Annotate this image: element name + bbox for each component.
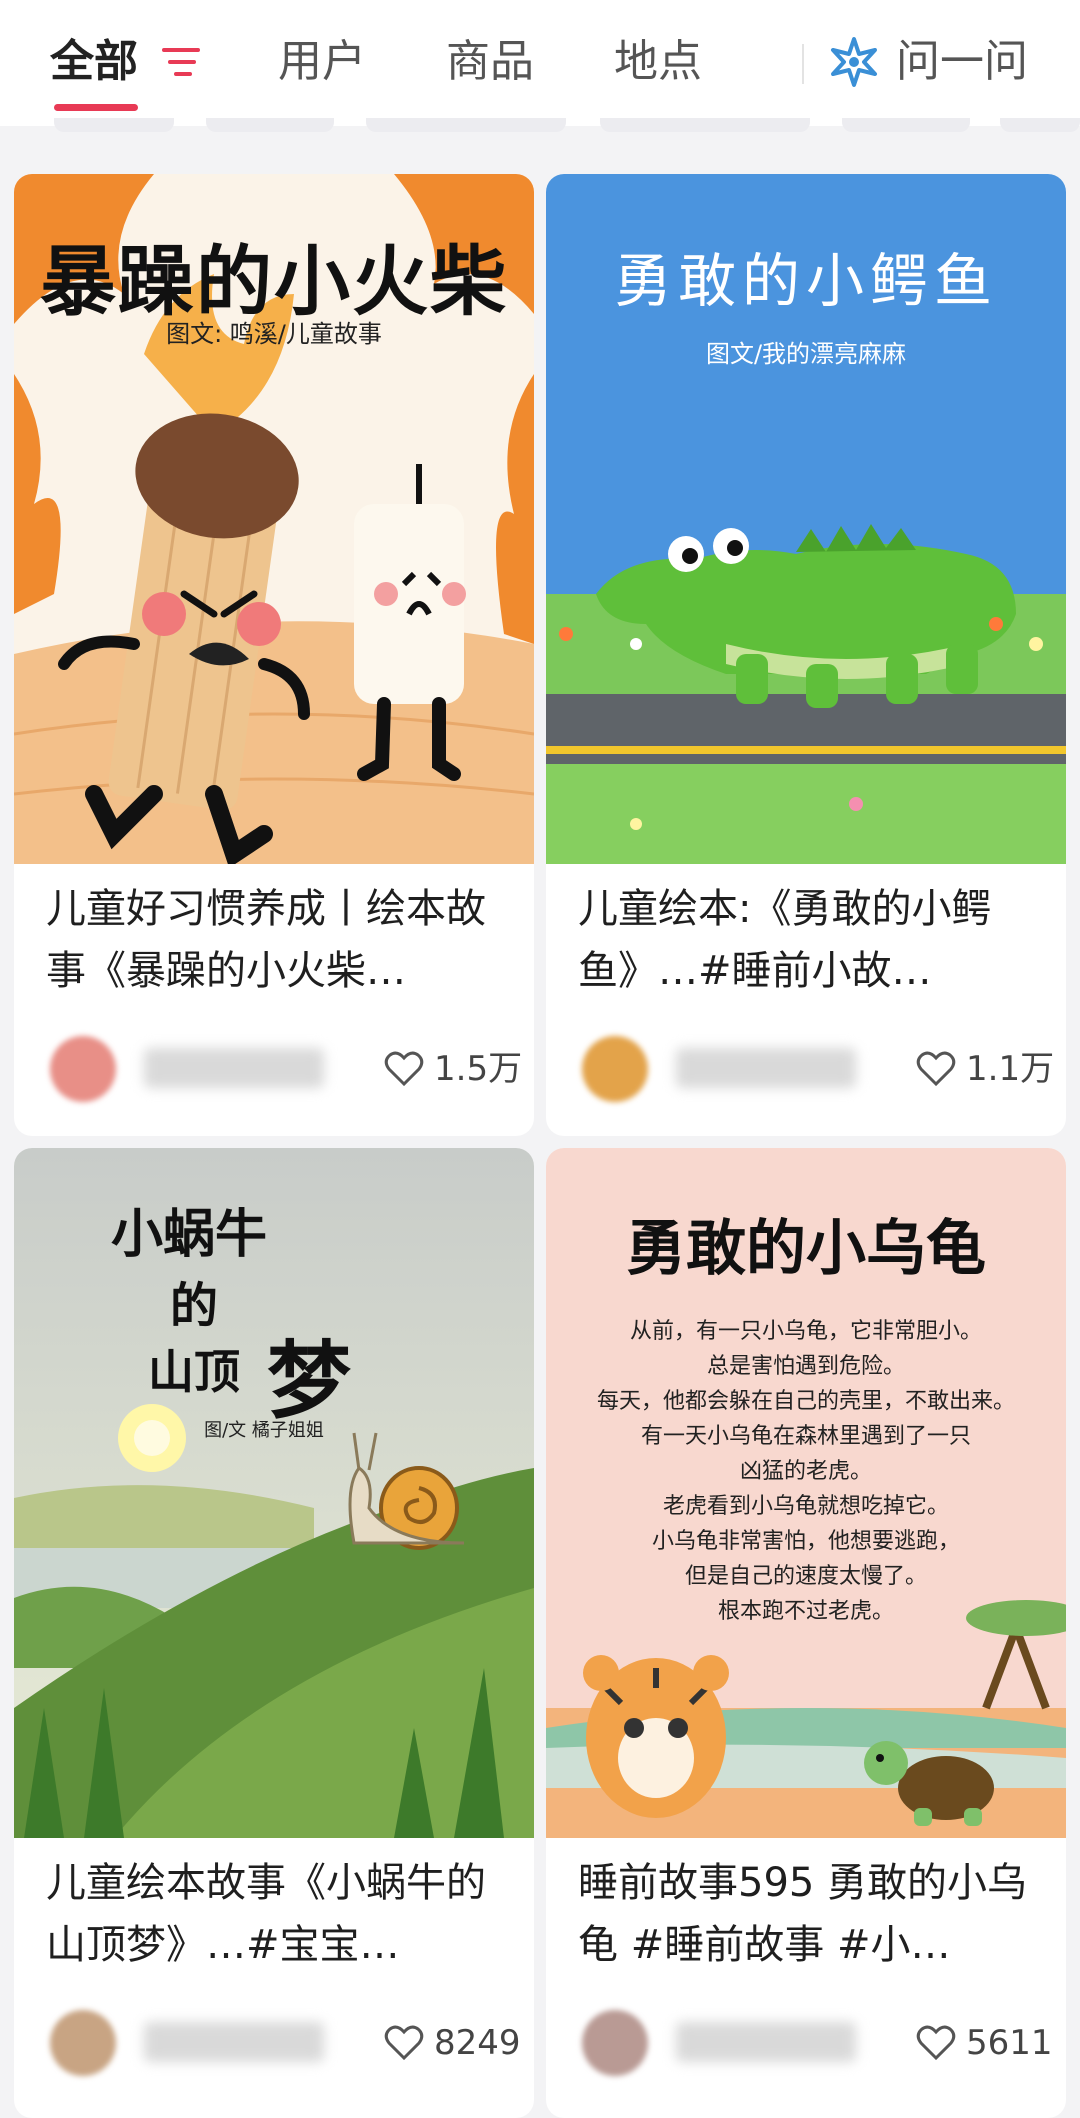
story-line: 根本跑不过老虎。 [717,1599,894,1624]
story-line: 有一天小乌龟在森林里遇到了一只 [640,1424,971,1449]
cover-credit: 图文: 鸣溪/儿童故事 [166,320,382,348]
story-line: 从前，有一只小乌龟，它非常胆小。 [629,1319,982,1344]
filter-chip[interactable] [1000,118,1080,132]
filter-chip[interactable] [842,118,970,132]
author-name-blurred[interactable] [676,1048,856,1088]
note-cover-image: 小蜗牛 的 山顶 梦 图/文 橘子姐姐 [14,1148,534,1838]
filter-chip[interactable] [366,118,566,132]
cover-story-text: 从前，有一只小乌龟，它非常胆小。 总是害怕遇到危险。 每天，他都会躲在自己的壳里… [546,1314,1066,1629]
like-count: 1.5万 [434,1049,523,1089]
tab-ask[interactable]: 问一问 [896,30,1028,94]
cover-credit: 图文/我的漂亮麻麻 [705,340,907,368]
avatar[interactable] [582,2010,648,2076]
tab-users[interactable]: 用户 [278,30,366,94]
author-name-blurred[interactable] [144,2022,324,2062]
note-title[interactable]: 儿童绘本故事《小蜗牛的山顶梦》…#宝宝… [46,1852,506,1976]
filter-icon[interactable] [162,44,202,80]
heart-icon[interactable] [916,2024,956,2062]
ask-star-icon[interactable] [828,36,880,88]
avatar[interactable] [50,1036,116,1102]
cover-title: 勇敢的小鳄鱼 [613,247,998,315]
note-card[interactable]: 勇敢的小鳄鱼 图文/我的漂亮麻麻 儿童绘本:《勇敢的小鳄鱼》…#睡前小故… 1.… [546,174,1066,1136]
note-cover-image: 勇敢的小鳄鱼 图文/我的漂亮麻麻 [546,174,1066,864]
heart-icon[interactable] [384,2024,424,2062]
like-count: 1.1万 [966,1049,1055,1089]
story-line: 每天，他都会躲在自己的壳里，不敢出来。 [596,1389,1015,1414]
like-count: 8249 [434,2023,521,2063]
tab-all[interactable]: 全部 [50,30,138,94]
cover-title: 山顶 [148,1345,240,1399]
search-result-tabs: 全部 用户 商品 地点 问一问 [0,0,1080,126]
heart-icon[interactable] [384,1050,424,1088]
filter-chip[interactable] [206,118,334,132]
note-card[interactable]: 勇敢的小乌龟 从前，有一只小乌龟，它非常胆小。 总是害怕遇到危险。 每天，他都会… [546,1148,1066,2118]
note-card[interactable]: 暴躁的小火柴 图文: 鸣溪/儿童故事 儿童好习惯养成丨绘本故事《暴躁的小火柴… … [14,174,534,1136]
avatar[interactable] [50,2010,116,2076]
note-cover-image: 勇敢的小乌龟 从前，有一只小乌龟，它非常胆小。 总是害怕遇到危险。 每天，他都会… [546,1148,1066,1838]
filter-chip-strip [0,118,1080,136]
author-name-blurred[interactable] [676,2022,856,2062]
story-line: 总是害怕遇到危险。 [706,1354,905,1379]
tab-goods[interactable]: 商品 [446,30,534,94]
note-title[interactable]: 儿童好习惯养成丨绘本故事《暴躁的小火柴… [46,878,506,1002]
story-line: 但是自己的速度太慢了。 [684,1564,927,1589]
cover-title: 勇敢的小乌龟 [626,1214,986,1284]
story-line: 凶猛的老虎。 [739,1459,872,1484]
cover-credit: 图/文 橘子姐姐 [204,1420,324,1441]
filter-chip[interactable] [600,118,810,132]
note-card[interactable]: 小蜗牛 的 山顶 梦 图/文 橘子姐姐 儿童绘本故事《小蜗牛的山顶梦》…#宝宝…… [14,1148,534,2118]
active-tab-indicator [54,104,138,111]
cover-title: 小蜗牛 [110,1205,267,1265]
tab-places[interactable]: 地点 [614,30,702,94]
tab-divider [802,44,804,84]
cover-title: 的 [169,1278,218,1334]
heart-icon[interactable] [916,1050,956,1088]
note-title[interactable]: 睡前故事595 勇敢的小乌龟 #睡前故事 #小… [578,1852,1038,1976]
author-name-blurred[interactable] [144,1048,324,1088]
like-count: 5611 [966,2023,1053,2063]
note-title[interactable]: 儿童绘本:《勇敢的小鳄鱼》…#睡前小故… [578,878,1038,1002]
filter-chip[interactable] [54,118,174,132]
story-line: 小乌龟非常害怕，他想要逃跑， [651,1529,960,1554]
story-line: 老虎看到小乌龟就想吃掉它。 [662,1494,949,1519]
avatar[interactable] [582,1036,648,1102]
note-cover-image: 暴躁的小火柴 图文: 鸣溪/儿童故事 [14,174,534,864]
